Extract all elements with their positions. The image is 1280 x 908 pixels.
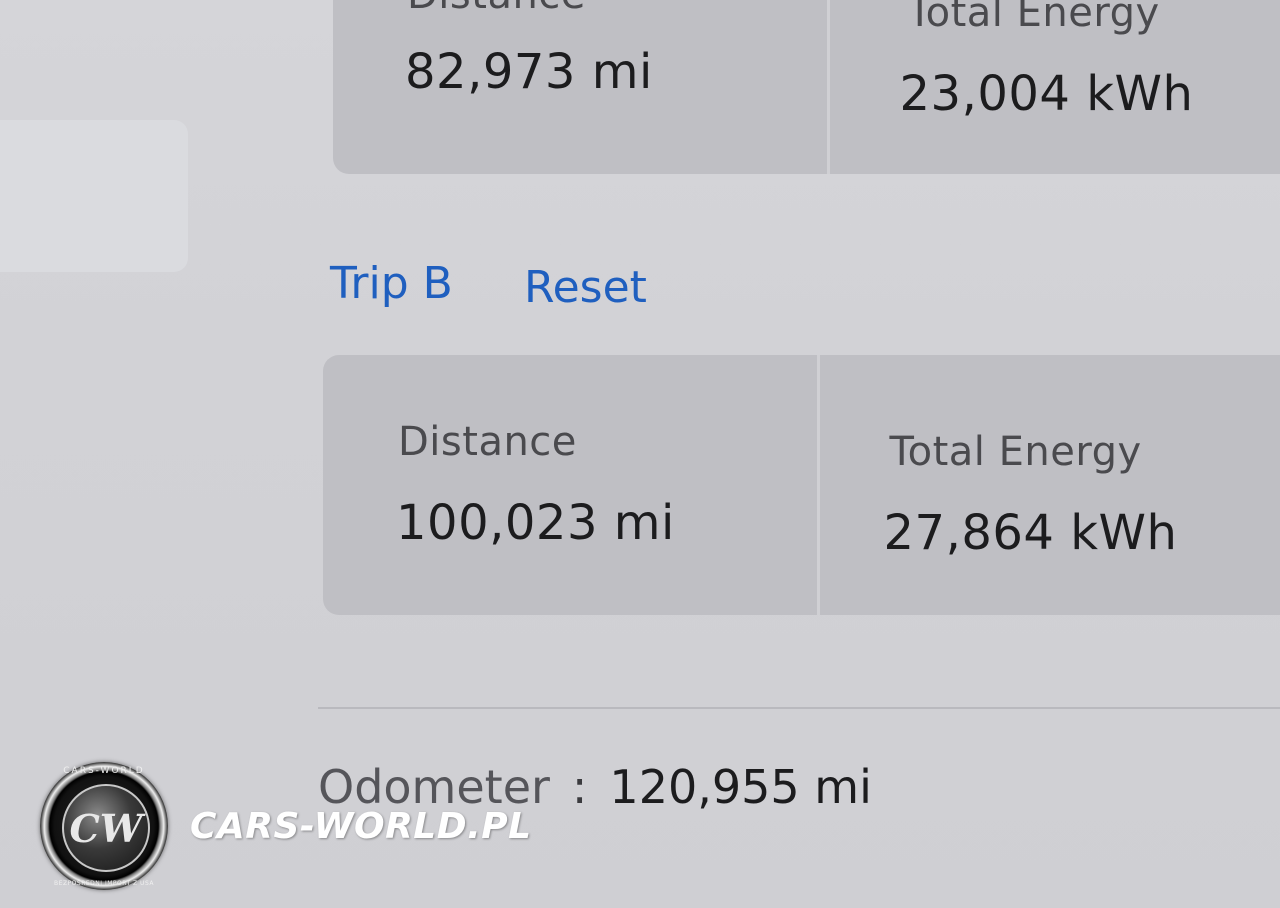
trip-a-distance-cell: Distance 82,973 mi — [333, 0, 827, 174]
trip-b-card: Distance 100,023 mi Total Energy 27,864 … — [323, 355, 1280, 615]
trip-b-reset-button[interactable]: Reset — [524, 262, 647, 313]
trip-b-energy-label: Total Energy — [889, 429, 1142, 475]
logo-monogram: CW — [62, 784, 150, 872]
odometer-value: 120,955 mi — [609, 760, 872, 814]
trip-a-energy-value: 23,004 kWh — [899, 66, 1194, 122]
trip-a-distance-value: 82,973 mi — [405, 44, 653, 100]
logo-ring-top-text: CARS-WORLD — [63, 766, 145, 776]
trip-a-card: Distance 82,973 mi Total Energy 23,004 k… — [333, 0, 1280, 174]
trip-a-distance-label: Distance — [407, 0, 586, 18]
cars-world-logo-icon: CARS-WORLD CW BEZPOŚREDNI IMPORT Z USA — [40, 762, 168, 890]
trip-a-energy-label: Total Energy — [907, 0, 1160, 36]
odometer-separator: : — [571, 760, 588, 814]
watermark-brand-text: CARS-WORLD.PL — [190, 805, 532, 847]
trip-b-distance-cell: Distance 100,023 mi — [323, 355, 817, 615]
logo-ring-bottom-text: BEZPOŚREDNI IMPORT Z USA — [54, 880, 154, 887]
trip-b-energy-cell: Total Energy 27,864 kWh — [820, 355, 1280, 615]
section-separator — [318, 707, 1280, 709]
trip-b-energy-value: 27,864 kWh — [883, 505, 1178, 561]
trip-b-distance-value: 100,023 mi — [396, 495, 675, 551]
trip-b-distance-label: Distance — [398, 419, 577, 465]
watermark: CARS-WORLD CW BEZPOŚREDNI IMPORT Z USA C… — [40, 762, 532, 890]
left-panel — [0, 120, 188, 272]
trip-b-title: Trip B — [330, 258, 453, 309]
trip-a-energy-cell: Total Energy 23,004 kWh — [830, 0, 1280, 174]
